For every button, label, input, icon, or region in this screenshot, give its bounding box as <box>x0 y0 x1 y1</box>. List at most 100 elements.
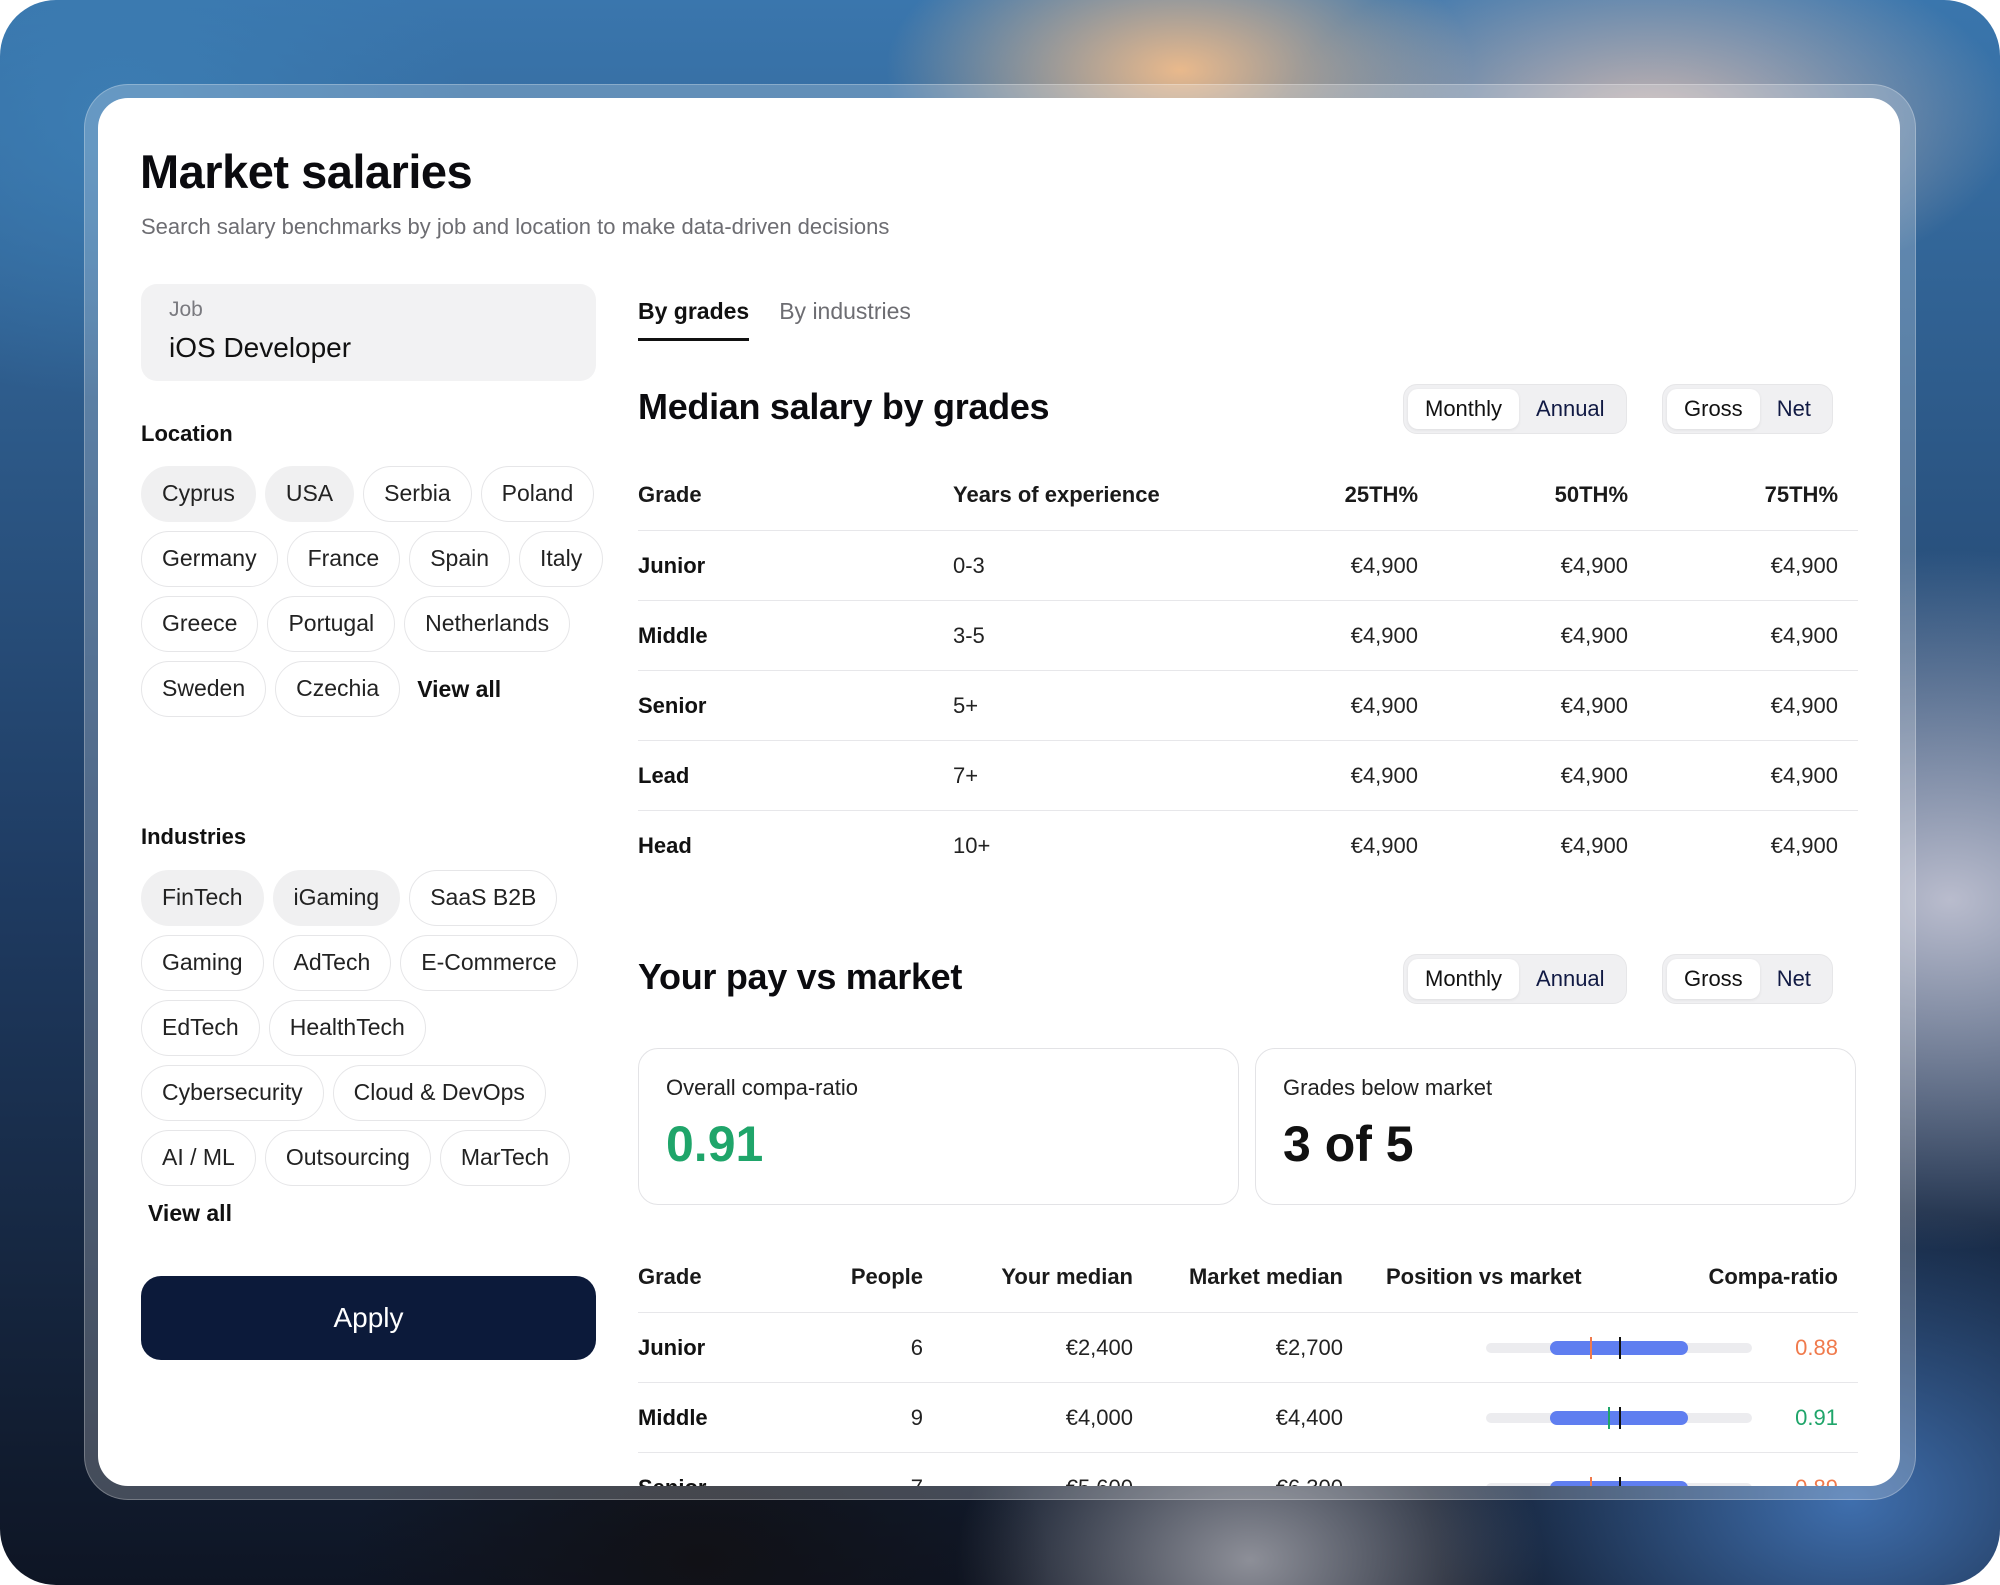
grades-below-market-card: Grades below market 3 of 5 <box>1255 1048 1856 1205</box>
industry-chip-e-commerce[interactable]: E-Commerce <box>400 935 578 991</box>
tab-by-industries[interactable]: By industries <box>779 298 911 341</box>
column-header: Market median <box>1188 1264 1343 1289</box>
people-cell: 6 <box>910 1335 923 1360</box>
industry-chip-igaming[interactable]: iGaming <box>272 870 401 926</box>
card-value: 0.91 <box>666 1116 764 1172</box>
location-chip-cyprus[interactable]: Cyprus <box>141 466 256 522</box>
compa-ratio-cell: 0.89 <box>1795 1453 1838 1486</box>
pay-type-toggle: Gross Net <box>1662 954 1833 1004</box>
location-chip-france[interactable]: France <box>286 531 401 587</box>
table-row: Lead 7+ €4,900 €4,900 €4,900 <box>638 741 1858 811</box>
app-panel: Market salaries Search salary benchmarks… <box>98 98 1900 1486</box>
column-header: People <box>850 1264 923 1289</box>
table-row: Junior 0-3 €4,900 €4,900 €4,900 <box>638 531 1858 601</box>
pay-monthly-option[interactable]: Monthly <box>1408 959 1520 999</box>
job-field[interactable]: Job iOS Developer <box>141 284 596 381</box>
location-view-all-link[interactable]: View all <box>409 661 509 717</box>
location-chip-sweden[interactable]: Sweden <box>141 661 267 717</box>
column-header: 25TH% <box>1344 482 1418 507</box>
page-title: Market salaries <box>140 145 473 198</box>
card-value: 3 of 5 <box>1283 1116 1414 1172</box>
industry-chip-adtech[interactable]: AdTech <box>272 935 392 991</box>
market-median-cell: €2,700 <box>1275 1335 1343 1360</box>
location-chip-germany[interactable]: Germany <box>141 531 278 587</box>
pay-period-toggle: Monthly Annual <box>1403 954 1627 1004</box>
location-chip-usa[interactable]: USA <box>264 466 355 522</box>
years-cell: 3-5 <box>953 623 985 648</box>
years-cell: 5+ <box>953 693 979 718</box>
pay-vs-market-table: Grade People Your median Market median P… <box>638 1242 1858 1486</box>
location-chip-spain[interactable]: Spain <box>409 531 511 587</box>
table-row: Senior 5+ €4,900 €4,900 €4,900 <box>638 671 1858 741</box>
table-row: Head 10+ €4,900 €4,900 €4,900 <box>638 811 1858 881</box>
location-chip-netherlands[interactable]: Netherlands <box>404 596 571 652</box>
pay-annual-option[interactable]: Annual <box>1519 959 1622 999</box>
column-header: 75TH% <box>1764 482 1838 507</box>
your-median-marker <box>1589 1477 1592 1486</box>
p75-cell: €4,900 <box>1770 693 1838 718</box>
industry-chip-healthtech[interactable]: HealthTech <box>268 1000 426 1056</box>
location-title: Location <box>141 421 233 446</box>
median-annual-option[interactable]: Annual <box>1519 389 1622 429</box>
people-cell: 9 <box>910 1405 923 1430</box>
market-median-marker <box>1619 1407 1621 1429</box>
industry-chip-edtech[interactable]: EdTech <box>141 1000 260 1056</box>
industry-chip-outsourcing[interactable]: Outsourcing <box>264 1130 431 1186</box>
job-field-label: Job <box>169 298 203 321</box>
years-cell: 0-3 <box>953 553 985 578</box>
industry-chip-cloud-devops[interactable]: Cloud & DevOps <box>332 1065 546 1121</box>
position-bar-track <box>1486 1477 1752 1486</box>
market-median-marker <box>1619 1477 1621 1486</box>
p75-cell: €4,900 <box>1770 553 1838 578</box>
median-gross-option[interactable]: Gross <box>1667 389 1760 429</box>
market-median-marker <box>1619 1337 1621 1359</box>
location-chip-italy[interactable]: Italy <box>519 531 604 587</box>
location-chip-poland[interactable]: Poland <box>480 466 595 522</box>
column-header: Your median <box>1001 1264 1133 1289</box>
table-row: Senior 7 €5,600 €6,300 0.89 <box>638 1453 1858 1486</box>
location-chip-czechia[interactable]: Czechia <box>275 661 401 717</box>
p50-cell: €4,900 <box>1560 623 1628 648</box>
industry-chip-fintech[interactable]: FinTech <box>141 870 264 926</box>
p25-cell: €4,900 <box>1350 763 1418 788</box>
grade-cell: Head <box>638 833 692 858</box>
grade-cell: Middle <box>638 1405 708 1430</box>
compa-ratio-cell: 0.88 <box>1795 1335 1838 1360</box>
tab-by-grades[interactable]: By grades <box>638 298 750 341</box>
pay-gross-option[interactable]: Gross <box>1667 959 1760 999</box>
column-header: Grade <box>638 1264 702 1289</box>
industry-chip-ai-ml[interactable]: AI / ML <box>141 1130 256 1186</box>
median-monthly-option[interactable]: Monthly <box>1408 389 1520 429</box>
grade-cell: Junior <box>638 553 706 578</box>
p75-cell: €4,900 <box>1770 763 1838 788</box>
column-header: Years of experience <box>953 482 1160 507</box>
pay-section-title: Your pay vs market <box>638 956 963 997</box>
grade-cell: Middle <box>638 623 708 648</box>
industry-chip-cybersecurity[interactable]: Cybersecurity <box>141 1065 324 1121</box>
card-label: Overall compa-ratio <box>666 1075 858 1100</box>
industries-view-all-link[interactable]: View all <box>148 1200 232 1227</box>
industry-chip-list: FinTech iGaming SaaS B2B Gaming AdTech E-Comm… <box>141 870 611 1186</box>
industry-chip-gaming[interactable]: Gaming <box>141 935 264 991</box>
median-salary-table: Grade Years of experience 25TH% 50TH% 75… <box>638 460 1858 881</box>
card-label: Grades below market <box>1283 1075 1493 1100</box>
column-header: Grade <box>638 482 702 507</box>
apply-button[interactable]: Apply <box>141 1276 596 1360</box>
location-chip-serbia[interactable]: Serbia <box>363 466 472 522</box>
industries-title: Industries <box>141 824 247 849</box>
p50-cell: €4,900 <box>1560 553 1628 578</box>
column-header: 50TH% <box>1554 482 1628 507</box>
location-chip-greece[interactable]: Greece <box>141 596 259 652</box>
median-net-option[interactable]: Net <box>1760 389 1828 429</box>
job-field-value[interactable]: iOS Developer <box>169 332 351 364</box>
location-chip-portugal[interactable]: Portugal <box>267 596 396 652</box>
table-row: Junior 6 €2,400 €2,700 0.88 <box>638 1313 1858 1383</box>
years-cell: 10+ <box>953 833 991 858</box>
column-header: Position vs market <box>1386 1264 1582 1289</box>
pay-net-option[interactable]: Net <box>1760 959 1828 999</box>
p25-cell: €4,900 <box>1350 693 1418 718</box>
industry-chip-saas-b2b[interactable]: SaaS B2B <box>409 870 558 926</box>
industry-chip-martech[interactable]: MarTech <box>439 1130 571 1186</box>
your-median-cell: €4,000 <box>1065 1405 1133 1430</box>
location-chip-list: Cyprus USA Serbia Poland Germany France Spain I… <box>141 466 611 717</box>
